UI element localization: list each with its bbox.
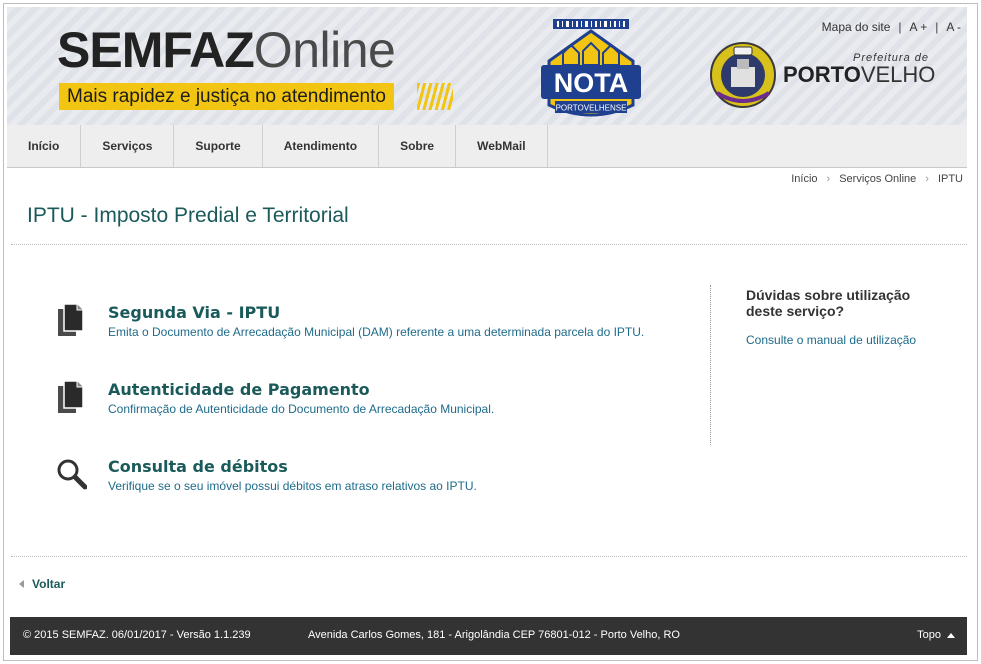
sitemap-link[interactable]: Mapa do site — [822, 20, 891, 34]
sidebar-divider — [710, 285, 711, 445]
semfaz-online-logo[interactable]: SEMFAZ Online — [57, 22, 396, 78]
logo-bold-text: SEMFAZ — [57, 22, 255, 78]
porto-velho-coat-of-arms-icon — [710, 42, 776, 108]
nav-item-atendimento[interactable]: Atendimento — [263, 125, 380, 167]
documents-icon — [58, 380, 84, 413]
page-container: SEMFAZ Online Mais rapidez e justiça no … — [7, 7, 967, 657]
tagline-stripe-decoration — [417, 83, 453, 110]
footer-copyright: © 2015 SEMFAZ. 06/01/2017 - Versão 1.1.2… — [23, 629, 251, 641]
breadcrumb: Início › Serviços Online › IPTU — [791, 173, 963, 185]
porto-velho-logo[interactable]: PORTOVELHO — [783, 63, 935, 87]
page-title: IPTU - Imposto Predial e Territorial — [27, 204, 349, 227]
top-links: Mapa do site | A + | A - — [822, 20, 961, 34]
service-description: Confirmação de Autenticidade do Document… — [108, 402, 495, 416]
chevron-right-icon: › — [826, 173, 831, 185]
divider — [11, 244, 967, 245]
chevron-right-icon: › — [925, 173, 929, 185]
main-nav: Início Serviços Suporte Atendimento Sobr… — [7, 125, 967, 168]
back-arrow-icon — [19, 580, 24, 588]
nav-item-webmail[interactable]: WebMail — [456, 125, 548, 167]
velho-text: VELHO — [860, 62, 936, 87]
nav-item-inicio[interactable]: Início — [7, 125, 82, 167]
separator: | — [935, 20, 939, 34]
font-increase-link[interactable]: A + — [910, 20, 928, 34]
footer: © 2015 SEMFAZ. 06/01/2017 - Versão 1.1.2… — [10, 617, 967, 655]
help-title: Dúvidas sobre utilização deste serviço? — [746, 287, 911, 319]
documents-icon — [58, 303, 84, 336]
nota-portovelhense-logo[interactable]: NOTA PORTOVELHENSE — [535, 13, 647, 123]
service-title[interactable]: Autenticidade de Pagamento — [108, 380, 370, 399]
nav-item-servicos[interactable]: Serviços — [81, 125, 175, 167]
breadcrumb-home[interactable]: Início — [791, 173, 817, 185]
font-decrease-link[interactable]: A - — [946, 20, 961, 34]
breadcrumb-services[interactable]: Serviços Online — [839, 173, 916, 185]
nota-sub-text: PORTOVELHENSE — [556, 104, 627, 113]
search-icon — [57, 459, 87, 490]
service-title[interactable]: Segunda Via - IPTU — [108, 303, 280, 322]
logo-light-text: Online — [253, 22, 396, 78]
back-label: Voltar — [32, 577, 66, 591]
caret-up-icon — [947, 632, 955, 638]
service-title[interactable]: Consulta de débitos — [108, 457, 288, 476]
back-link[interactable]: Voltar — [19, 577, 65, 591]
nav-item-sobre[interactable]: Sobre — [379, 125, 457, 167]
top-label: Topo — [917, 629, 941, 641]
service-description: Emita o Documento de Arrecadação Municip… — [108, 325, 645, 339]
nav-item-suporte[interactable]: Suporte — [174, 125, 263, 167]
service-description: Verifique se o seu imóvel possui débitos… — [108, 479, 477, 493]
nota-text: NOTA — [554, 68, 629, 98]
breadcrumb-current: IPTU — [937, 173, 963, 185]
divider — [11, 556, 967, 557]
footer-address: Avenida Carlos Gomes, 181 - Arigolândia … — [308, 629, 680, 641]
separator: | — [898, 20, 902, 34]
header-banner: SEMFAZ Online Mais rapidez e justiça no … — [7, 7, 967, 125]
manual-link[interactable]: Consulte o manual de utilização — [746, 333, 916, 347]
back-to-top-link[interactable]: Topo — [917, 629, 955, 641]
porto-text: PORTO — [783, 62, 861, 87]
tagline: Mais rapidez e justiça no atendimento — [59, 83, 394, 110]
